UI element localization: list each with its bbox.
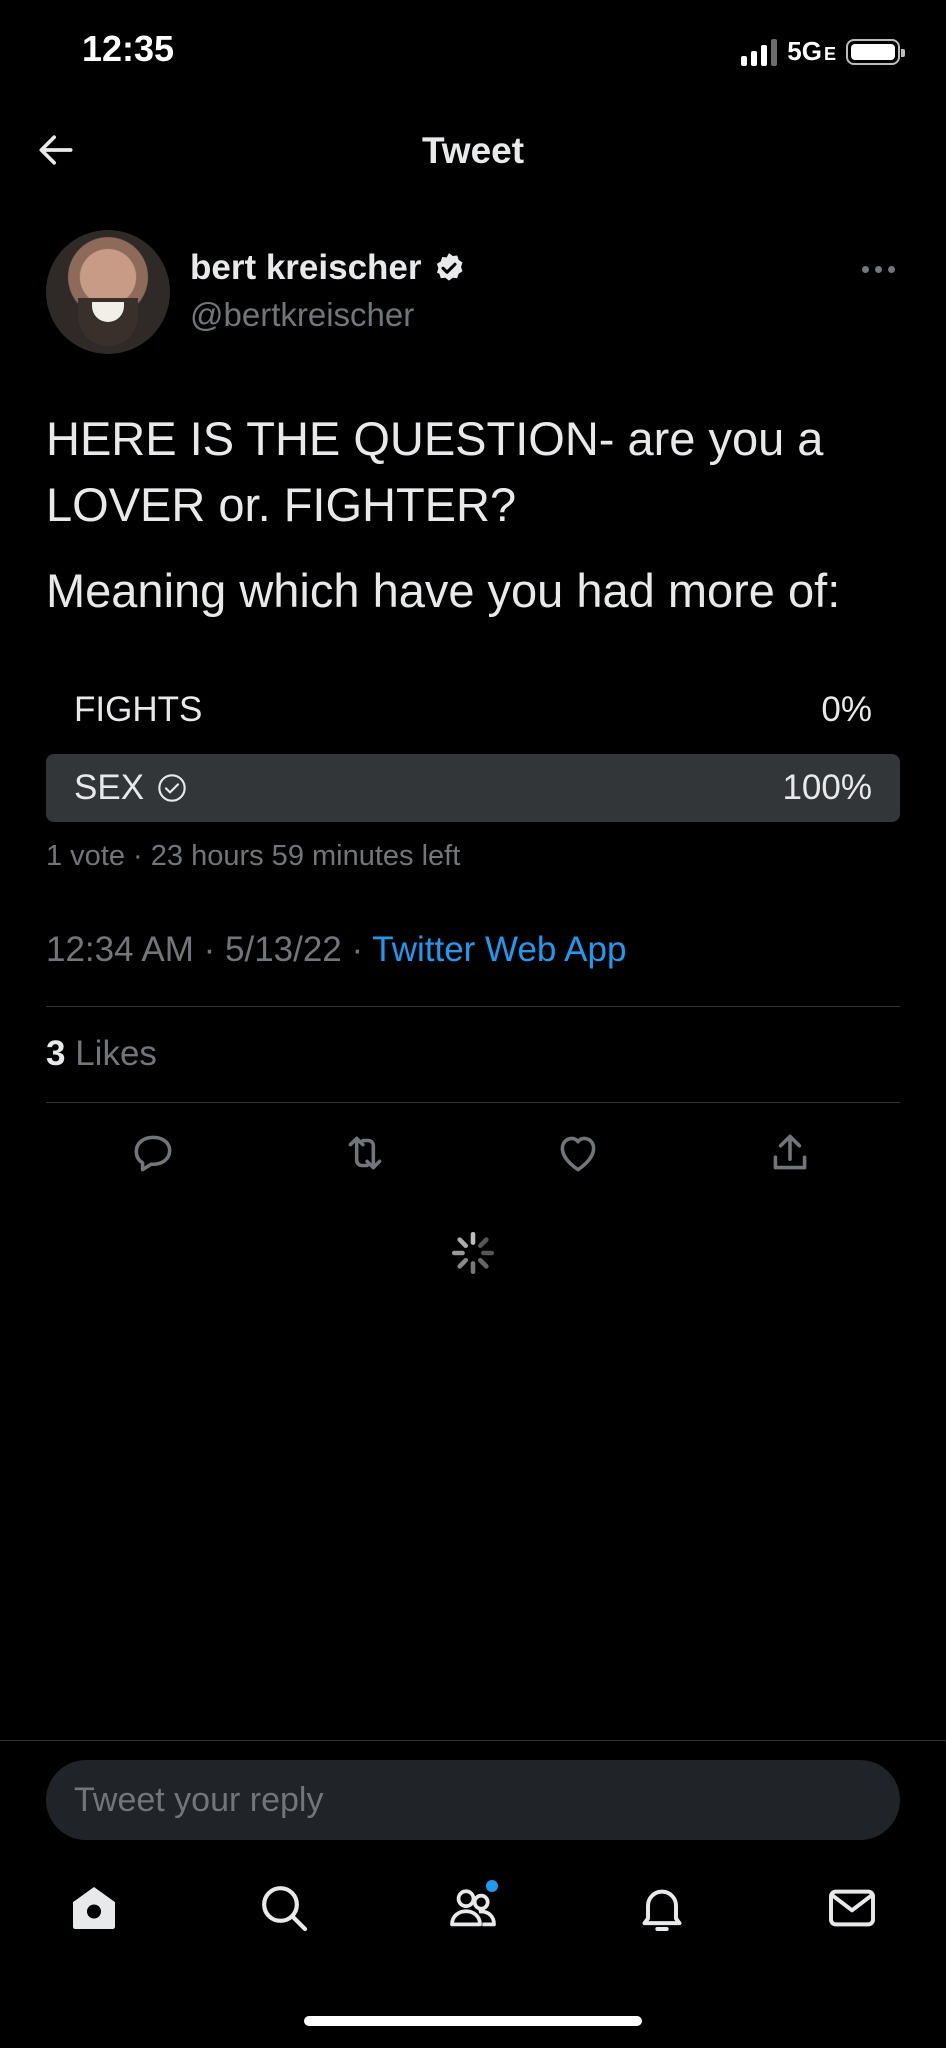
author-name-text: bert kreischer: [190, 248, 422, 287]
poll-option-percent: 100%: [782, 768, 872, 807]
home-icon[interactable]: [66, 1880, 122, 1936]
messages-envelope-icon[interactable]: [824, 1880, 880, 1936]
divider: [46, 1102, 900, 1103]
tweet-text-secondary: Meaning which have you had more of:: [46, 564, 841, 617]
tweet-author: bert kreischer @bertkreischer: [46, 228, 900, 358]
author-handle: @bertkreischer: [190, 296, 415, 333]
home-indicator[interactable]: [304, 2016, 642, 2026]
share-icon[interactable]: [765, 1128, 815, 1178]
network-indicator: 5G E: [787, 36, 836, 66]
tweet-actions: [0, 1128, 946, 1188]
divider: [0, 1740, 946, 1741]
check-circle-icon: [158, 774, 186, 802]
poll: FIGHTS 0% SEX 100%: [46, 676, 900, 832]
retweet-icon[interactable]: [340, 1128, 390, 1178]
more-options-icon[interactable]: [862, 262, 896, 276]
tweet-source-link[interactable]: Twitter Web App: [372, 930, 626, 969]
like-heart-icon[interactable]: [553, 1128, 603, 1178]
poll-option-label: FIGHTS: [74, 690, 203, 729]
likes-label: Likes: [75, 1034, 157, 1073]
poll-option-label: SEX: [74, 768, 145, 807]
reply-input[interactable]: [46, 1760, 900, 1840]
divider: [46, 1006, 900, 1007]
poll-meta: 1 vote · 23 hours 59 minutes left: [46, 840, 461, 872]
author-name[interactable]: bert kreischer: [190, 248, 466, 288]
status-indicators: 5G E: [741, 36, 905, 67]
notification-dot: [486, 1880, 498, 1892]
poll-option-percent: 0%: [821, 690, 872, 729]
tweet-timestamp: 12:34 AM · 5/13/22 · Twitter Web App: [46, 930, 627, 969]
tweet-text: HERE IS THE QUESTION- are you a LOVER or…: [46, 412, 824, 531]
avatar[interactable]: [46, 230, 170, 354]
reply-icon[interactable]: [128, 1128, 178, 1178]
tweet-date: 5/13/22: [225, 930, 342, 969]
poll-option-sex: SEX 100%: [46, 754, 900, 822]
page-title: Tweet: [421, 130, 525, 171]
poll-option-fights: FIGHTS 0%: [46, 676, 900, 744]
verified-badge-icon: [436, 253, 462, 281]
status-time: 12:35: [82, 28, 175, 69]
likes-number: 3: [46, 1034, 66, 1073]
battery-icon: [846, 38, 905, 65]
likes-count[interactable]: 3 Likes: [46, 1034, 157, 1074]
bottom-tab-bar: [0, 1880, 946, 1950]
loading-spinner-icon: [451, 1231, 495, 1275]
signal-icon: [741, 38, 778, 66]
notifications-bell-icon[interactable]: [634, 1880, 690, 1936]
search-icon[interactable]: [256, 1880, 312, 1936]
tweet-time: 12:34 AM: [46, 930, 194, 969]
status-bar: 12:35 5G E: [0, 0, 946, 100]
nav-header: Tweet: [0, 110, 946, 190]
